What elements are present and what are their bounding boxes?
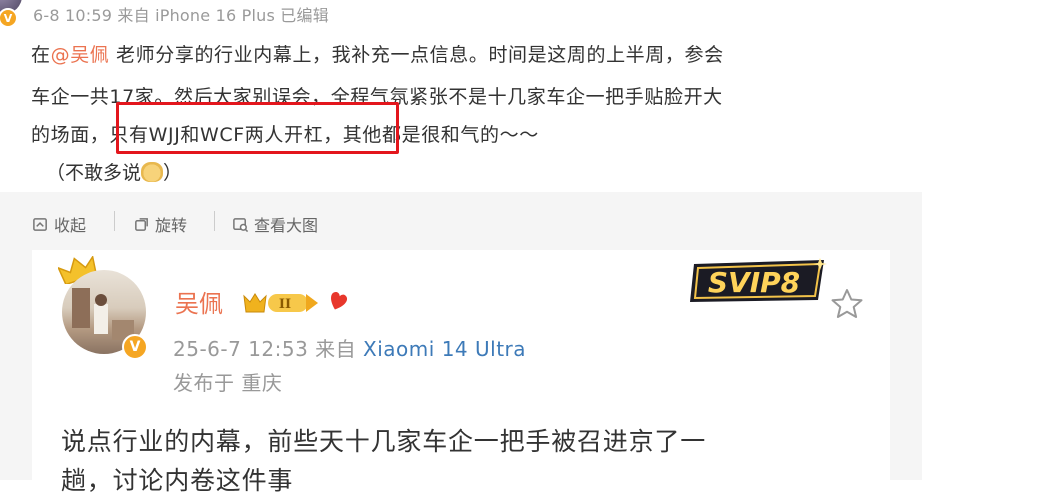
level-badge-icon: II [243, 293, 318, 313]
heart-icon [331, 292, 347, 310]
level-badge-text: II [279, 297, 291, 312]
text-suffix: ） [163, 162, 183, 184]
repost-button[interactable]: 旋转 [133, 212, 187, 236]
post-text-line-4: （不敢多说 ） [46, 158, 182, 185]
svip-badge-text: SVIP8 [708, 266, 800, 299]
view-large-button[interactable]: 查看大图 [232, 212, 318, 236]
view-large-icon [233, 217, 249, 232]
favorite-star-button[interactable] [830, 288, 864, 320]
repost-icon [135, 217, 148, 231]
text-suffix: 老师分享的行业内幕上，我补充一点信息。时间是这周的上半周，参会 [109, 44, 724, 66]
repost-text-line-2: 趟，讨论内卷这件事 [61, 466, 294, 495]
verified-v-icon: V [0, 8, 18, 28]
collapse-label: 收起 [54, 216, 87, 235]
repost-label: 旋转 [155, 216, 188, 235]
post-text-line-1: 在@吴佩 老师分享的行业内幕上，我补充一点信息。时间是这周的上半周，参会 [31, 40, 724, 67]
view-large-label: 查看大图 [254, 216, 319, 235]
collapse-button[interactable]: 收起 [32, 212, 86, 236]
post-meta: 6-8 10:59 来自 iPhone 16 Plus 已编辑 [33, 6, 329, 25]
repost-location: 发布于 重庆 [173, 371, 283, 395]
repost-time: 25-6-7 12:53 来自 [173, 337, 364, 361]
text-prefix: （不敢多说 [46, 162, 142, 184]
text-prefix: 的场面， [31, 124, 110, 146]
red-highlight-box [116, 102, 399, 154]
mention-link[interactable]: @吴佩 [51, 44, 110, 66]
verified-v-icon: V [122, 334, 148, 360]
svip-badge-icon: SVIP8 [690, 258, 827, 302]
repost-meta: 25-6-7 12:53 来自 Xiaomi 14 Ultra [173, 333, 526, 362]
collapse-icon [33, 217, 47, 231]
device-link[interactable]: Xiaomi 14 Ultra [363, 337, 526, 361]
author-name[interactable]: 吴佩 [175, 284, 223, 319]
dog-emoji-icon [141, 162, 164, 182]
repost-text-line-1: 说点行业的内幕，前些天十几家车企一把手被召进京了一 [61, 427, 707, 456]
divider [214, 211, 215, 231]
divider [114, 211, 115, 231]
text-prefix: 在 [31, 44, 51, 66]
